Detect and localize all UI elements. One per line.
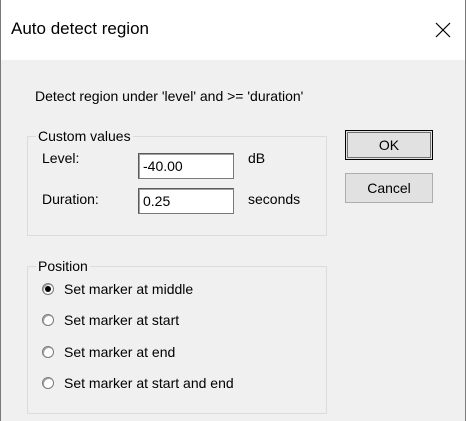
- dialog-window: Auto detect region Detect region under '…: [0, 0, 466, 421]
- duration-input[interactable]: [138, 188, 234, 214]
- custom-values-group: Custom values Level: dB Duration: second…: [27, 128, 327, 236]
- level-unit-label: dB: [248, 150, 266, 166]
- window-title: Auto detect region: [11, 19, 149, 38]
- radio-option-middle[interactable]: Set marker at middle: [42, 279, 193, 299]
- radio-label-middle: Set marker at middle: [64, 281, 194, 297]
- cancel-button[interactable]: Cancel: [345, 173, 433, 203]
- radio-option-end[interactable]: Set marker at end: [42, 342, 175, 362]
- title-bar[interactable]: Auto detect region: [1, 0, 465, 60]
- level-label: Level:: [42, 150, 80, 166]
- radio-label-start-and-end: Set marker at start and end: [64, 375, 234, 391]
- level-input[interactable]: [138, 153, 234, 179]
- dialog-body: Detect region under 'level' and >= 'dura…: [1, 60, 465, 421]
- duration-unit-label: seconds: [248, 191, 301, 207]
- radio-option-start[interactable]: Set marker at start: [42, 310, 179, 330]
- radio-button-end[interactable]: [42, 346, 54, 358]
- custom-values-legend: Custom values: [36, 128, 133, 144]
- ok-button[interactable]: OK: [345, 130, 433, 160]
- position-legend: Position: [36, 258, 90, 274]
- radio-option-start-and-end[interactable]: Set marker at start and end: [42, 373, 234, 393]
- position-group: Position Set marker at middle Set marker…: [27, 258, 327, 414]
- radio-button-middle[interactable]: [42, 283, 54, 295]
- description-text: Detect region under 'level' and >= 'dura…: [35, 88, 304, 104]
- radio-button-start-and-end[interactable]: [42, 377, 54, 389]
- close-button[interactable]: [421, 10, 465, 50]
- close-icon: [435, 22, 451, 38]
- radio-label-end: Set marker at end: [64, 344, 176, 360]
- radio-button-start[interactable]: [42, 314, 54, 326]
- duration-label: Duration:: [42, 191, 99, 207]
- radio-label-start: Set marker at start: [64, 312, 180, 328]
